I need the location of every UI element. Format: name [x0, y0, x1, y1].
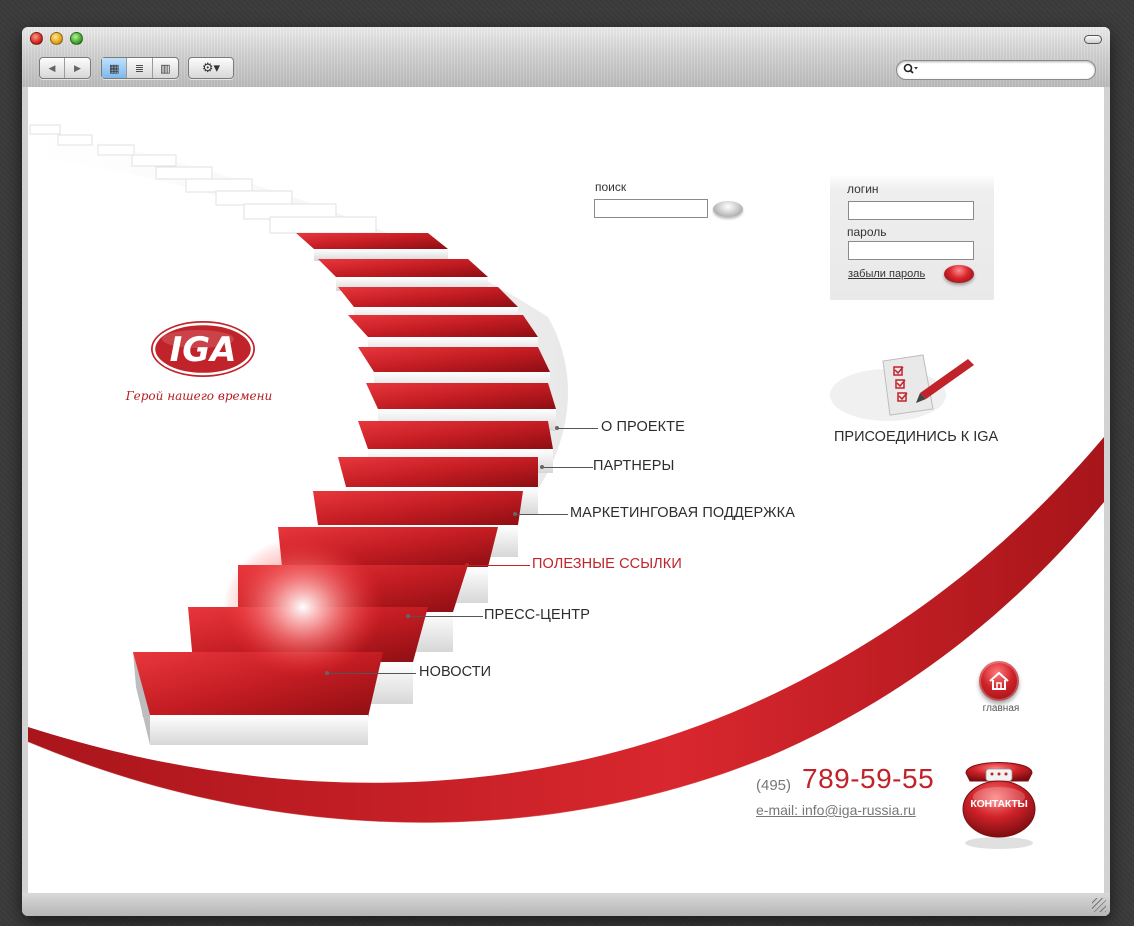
window-search-field[interactable] [896, 60, 1096, 80]
toolbar-toggle-button[interactable] [1084, 35, 1102, 44]
svg-text:IGA: IGA [170, 330, 237, 370]
menu-connector-line [328, 673, 416, 674]
menu-item-useful-links[interactable]: ПОЛЕЗНЫЕ ССЫЛКИ [532, 556, 682, 572]
login-label: логин [847, 182, 879, 196]
icon-view-button[interactable]: ▦ [102, 58, 128, 78]
menu-item-about[interactable]: О ПРОЕКТЕ [601, 419, 685, 435]
iga-logo[interactable]: IGA [148, 317, 258, 382]
login-submit-button[interactable] [944, 265, 974, 283]
site-search-input[interactable] [594, 199, 708, 218]
contacts-button-label[interactable]: КОНТАКТЫ [965, 798, 1033, 810]
menu-dot [513, 512, 517, 516]
zoom-window-button[interactable] [70, 32, 83, 45]
password-label: пароль [847, 225, 887, 239]
join-iga-link[interactable]: ПРИСОЕДИНИСЬ К IGA [834, 429, 998, 445]
menu-connector-line [409, 616, 483, 617]
menu-connector-line [516, 514, 568, 515]
menu-connector-line [543, 467, 593, 468]
forward-button[interactable]: ▶ [65, 58, 90, 78]
brand-slogan: Герой нашего времени [125, 389, 273, 403]
nav-button-group: ◀ ▶ [39, 57, 91, 79]
view-mode-group: ▦ ≣ ▥ [101, 57, 179, 79]
site-search-label: поиск [595, 180, 627, 194]
list-view-button[interactable]: ≣ [127, 58, 153, 78]
email-link[interactable]: e-mail: info@iga-russia.ru [756, 802, 916, 818]
forgot-password-link[interactable]: забыли пароль [848, 268, 925, 280]
menu-dot [325, 671, 329, 675]
red-steps [133, 233, 556, 745]
menu-connector-line [468, 565, 530, 566]
home-label: главная [982, 703, 1020, 714]
page-content: IGA Герой нашего времени О ПРОЕКТЕ ПАРТН… [28, 87, 1104, 893]
close-window-button[interactable] [30, 32, 43, 45]
menu-item-marketing[interactable]: МАРКЕТИНГОВАЯ ПОДДЕРЖКА [570, 505, 795, 521]
gear-menu-button[interactable]: ⚙▾ [189, 58, 233, 78]
home-button[interactable] [979, 661, 1019, 701]
menu-item-partners[interactable]: ПАРТНЕРЫ [593, 458, 674, 474]
menu-dot [540, 465, 544, 469]
menu-item-news[interactable]: НОВОСТИ [419, 664, 491, 680]
minimize-window-button[interactable] [50, 32, 63, 45]
phone-code: (495) [756, 777, 792, 794]
menu-dot [465, 563, 469, 567]
clipboard-checklist-icon[interactable] [828, 349, 978, 424]
action-menu-group: ⚙▾ [188, 57, 234, 79]
back-button[interactable]: ◀ [40, 58, 65, 78]
password-input[interactable] [848, 241, 974, 260]
menu-connector-line [558, 428, 598, 429]
column-view-button[interactable]: ▥ [153, 58, 178, 78]
login-input[interactable] [848, 201, 974, 220]
resize-grip-icon[interactable] [1092, 898, 1106, 912]
menu-dot [555, 426, 559, 430]
phone-number: 789-59-55 [802, 763, 935, 794]
search-icon [903, 63, 919, 78]
window-status-bar [22, 893, 1110, 916]
browser-window: ◀ ▶ ▦ ≣ ▥ ⚙▾ IGA Герой нашего времени О … [22, 27, 1110, 916]
home-icon [989, 671, 1009, 690]
site-search-submit-button[interactable] [713, 201, 743, 217]
menu-item-press-center[interactable]: ПРЕСС-ЦЕНТР [484, 607, 590, 623]
menu-dot [406, 614, 410, 618]
